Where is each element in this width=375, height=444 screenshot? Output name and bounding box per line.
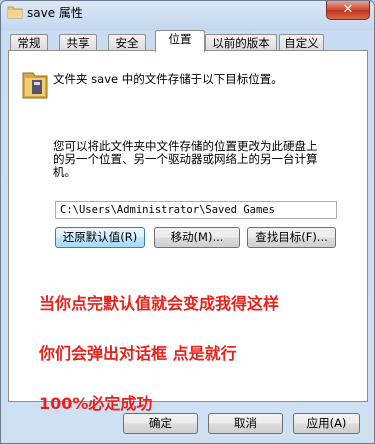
annotation-text-3: 100%必定成功 bbox=[39, 394, 153, 413]
title-bar[interactable]: save 属性 ✕ bbox=[1, 1, 374, 25]
tab-general[interactable]: 常规 bbox=[10, 34, 48, 51]
move-button[interactable]: 移动(M)... bbox=[154, 227, 240, 248]
location-panel: 文件夹 save 中的文件存储于以下目标位置。 您可以将此文件夹中文件存储的位置… bbox=[8, 50, 368, 413]
folder-icon bbox=[7, 6, 23, 19]
cancel-button[interactable]: 取消 bbox=[208, 413, 283, 434]
annotation-text-1: 当你点完默认值就会变成我得这样 bbox=[39, 294, 280, 313]
tab-strip: 常规 共享 安全 位置 以前的版本 自定义 bbox=[8, 29, 368, 52]
ok-button[interactable]: 确定 bbox=[123, 413, 198, 434]
annotation-text-2: 你们会弹出对话框 点是就行 bbox=[39, 344, 237, 363]
apply-button[interactable]: 应用(A) bbox=[293, 413, 360, 434]
close-button[interactable]: ✕ bbox=[326, 1, 370, 20]
intro-text: 文件夹 save 中的文件存储于以下目标位置。 bbox=[53, 72, 283, 86]
restore-default-button[interactable]: 还原默认值(R) bbox=[55, 227, 145, 248]
close-icon: ✕ bbox=[342, 2, 354, 17]
find-target-button[interactable]: 查找目标(F)... bbox=[247, 227, 336, 248]
tab-customize[interactable]: 自定义 bbox=[279, 34, 324, 51]
tab-location[interactable]: 位置 bbox=[155, 30, 205, 52]
window-title: save 属性 bbox=[27, 6, 83, 20]
description-text: 您可以将此文件夹中文件存储的位置更改为此硬盘上的另一个位置、另一个驱动器或网络上… bbox=[53, 139, 318, 179]
tab-security[interactable]: 安全 bbox=[108, 34, 146, 51]
tab-sharing[interactable]: 共享 bbox=[59, 34, 97, 51]
location-path-input[interactable]: C:\Users\Administrator\Saved Games bbox=[55, 201, 337, 219]
dialog-client: 常规 共享 安全 位置 以前的版本 自定义 文件夹 save 中的文件存储于以下… bbox=[8, 29, 368, 435]
tab-previous-versions[interactable]: 以前的版本 bbox=[205, 34, 277, 51]
properties-window: save 属性 ✕ 常规 共享 安全 位置 以前的版本 自定义 文件夹 save… bbox=[0, 0, 375, 444]
folder-icon bbox=[22, 72, 48, 99]
